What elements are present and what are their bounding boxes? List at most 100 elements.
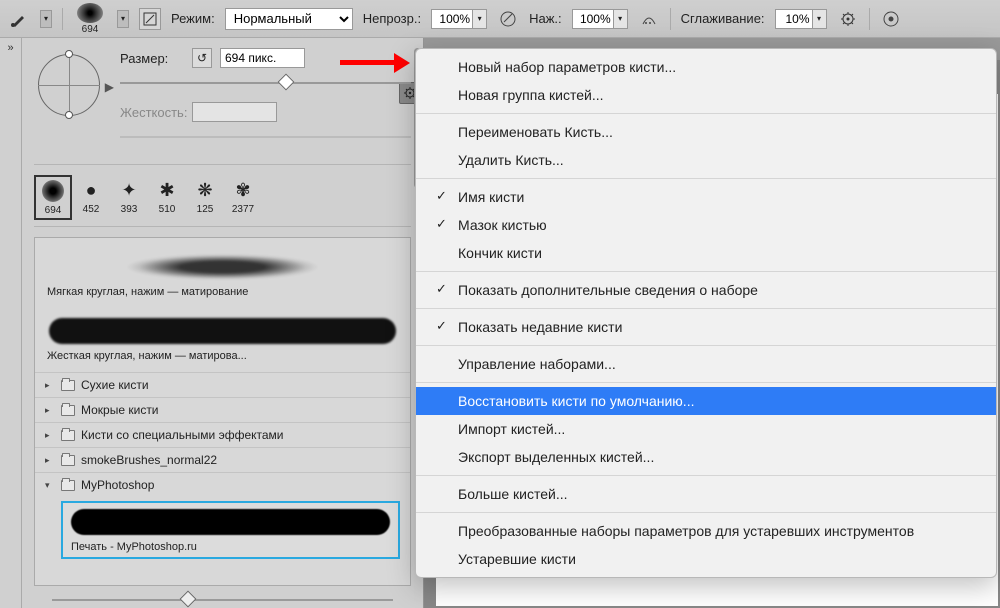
tool-preset-dropdown[interactable]: ▾ [40,10,52,28]
folder-icon [61,480,75,491]
size-label: Размер: [120,51,184,66]
menu-item[interactable]: Показать недавние кисти [416,313,996,341]
menu-item[interactable]: Мазок кистью [416,211,996,239]
brush-panel-flyout-menu: Новый набор параметров кисти...Новая гру… [415,48,997,578]
smoothing-label: Сглаживание: [681,11,765,26]
divider [670,8,671,30]
brush-thumb-icon: ✱ [153,178,181,202]
menu-item[interactable]: Новый набор параметров кисти... [416,53,996,81]
menu-separator [416,512,996,513]
menu-item[interactable]: Восстановить кисти по умолчанию... [416,387,996,415]
recent-brush-item[interactable]: ✱ 510 [148,175,186,220]
recent-brush-item[interactable]: ❋ 125 [186,175,224,220]
opacity-field[interactable]: ▾ [431,9,487,29]
menu-item[interactable]: Новая группа кистей... [416,81,996,109]
disclosure-triangle-icon[interactable]: ▾ [45,480,55,491]
menu-separator [416,382,996,383]
brush-folder-row[interactable]: ▸smokeBrushes_normal22 [35,447,410,472]
opacity-label: Непрозр.: [363,11,421,26]
disclosure-triangle-icon[interactable]: ▸ [45,380,55,391]
size-slider[interactable] [120,74,411,92]
opacity-input[interactable] [431,9,473,29]
brush-angle-widget[interactable]: ▶ [34,48,108,122]
folder-icon [61,405,75,416]
folder-name: Мокрые кисти [81,403,159,417]
brush-list-scroll[interactable]: Мягкая круглая, нажим — матирование Жест… [35,238,410,585]
smoothing-caret-icon[interactable]: ▾ [813,9,827,29]
brush-folder-row[interactable]: ▸ Кисти со специальными эффектами [35,422,410,447]
brush-thumb-icon: ✾ [229,178,257,202]
flow-field[interactable]: ▾ [572,9,628,29]
divider [62,8,63,30]
reset-size-button[interactable]: ↺ [192,48,212,68]
opacity-caret-icon[interactable]: ▾ [473,9,487,29]
brush-stroke-preview [49,318,396,344]
brush-thumb-icon: ❋ [191,178,219,202]
brush-folder-row[interactable]: ▸ Сухие кисти [35,372,410,397]
expand-chevron-icon[interactable]: » [7,42,13,54]
brush-size-chip: 694 [82,24,99,35]
brush-thumb-icon: ● [77,178,105,202]
brush-settings-button[interactable] [139,8,161,30]
menu-item[interactable]: Имя кисти [416,183,996,211]
disclosure-triangle-icon[interactable]: ▸ [45,455,55,466]
brush-preset-dropdown[interactable]: ▾ [117,10,129,28]
pressure-size-toggle[interactable] [880,8,902,30]
folder-icon [61,430,75,441]
menu-item[interactable]: Импорт кистей... [416,415,996,443]
menu-item[interactable]: Кончик кисти [416,239,996,267]
opacity-pressure-toggle[interactable] [497,8,519,30]
recent-brush-item[interactable]: ✦393 [110,175,148,220]
smoothing-input[interactable] [775,9,813,29]
divider [34,226,411,227]
airbrush-toggle[interactable] [638,8,660,30]
menu-item[interactable]: Больше кистей... [416,480,996,508]
disclosure-triangle-icon[interactable]: ▸ [45,405,55,416]
menu-separator [416,345,996,346]
brush-size-number: 694 [45,205,62,216]
flow-input[interactable] [572,9,614,29]
folder-icon [61,380,75,391]
thumbnail-size-slider[interactable] [52,592,393,608]
brush-caption: Мягкая круглая, нажим — матирование [45,282,400,306]
blend-mode-select[interactable]: Нормальный [225,8,353,30]
brush-preview-item[interactable]: Мягкая круглая, нажим — матирование [35,244,410,308]
brush-folder-row[interactable]: ▸ Мокрые кисти [35,397,410,422]
recent-brush-item[interactable]: 694 [34,175,72,220]
recent-brushes-row: 694 ● 452 ✦393✱ 510 ❋ 125 ✾2377 [22,169,423,222]
brush-preview-item[interactable]: Жесткая круглая, нажим — матирова... [35,308,410,372]
brush-caption: Жесткая круглая, нажим — матирова... [45,346,400,370]
menu-item[interactable]: Переименовать Кисть... [416,118,996,146]
recent-brush-item[interactable]: ● 452 [72,175,110,220]
recent-brush-item[interactable]: ✾2377 [224,175,262,220]
tool-brush-icon[interactable] [8,8,30,30]
divider [34,164,411,165]
menu-item[interactable]: Управление наборами... [416,350,996,378]
brush-stroke-preview [71,509,390,535]
menu-item[interactable]: Устаревшие кисти [416,545,996,573]
brush-size-number: 452 [83,204,100,215]
brush-thumb-icon: ✦ [115,178,143,202]
folder-name: Сухие кисти [81,378,149,392]
menu-separator [416,271,996,272]
brush-folder-row[interactable]: ▾MyPhotoshop [35,472,410,497]
folder-name: Кисти со специальными эффектами [81,428,284,442]
hardness-slider [120,128,411,146]
brush-preset-chip[interactable]: 694 [73,3,107,35]
brush-thumb-icon [39,179,67,203]
brush-item-selected[interactable]: Печать - MyPhotoshop.ru [61,501,400,559]
smoothing-options-button[interactable] [837,8,859,30]
disclosure-triangle-icon[interactable]: ▸ [45,430,55,441]
size-input[interactable] [220,48,305,68]
menu-item[interactable]: Экспорт выделенных кистей... [416,443,996,471]
brush-size-number: 125 [197,204,214,215]
brush-list: Мягкая круглая, нажим — матирование Жест… [34,237,411,586]
menu-item[interactable]: Удалить Кисть... [416,146,996,174]
menu-item[interactable]: Показать дополнительные сведения о набор… [416,276,996,304]
flow-caret-icon[interactable]: ▾ [614,9,628,29]
brush-stroke-preview [45,252,400,282]
brush-thumb-icon [77,3,103,23]
smoothing-field[interactable]: ▾ [775,9,827,29]
menu-item[interactable]: Преобразованные наборы параметров для ус… [416,517,996,545]
brush-size-number: 510 [159,204,176,215]
